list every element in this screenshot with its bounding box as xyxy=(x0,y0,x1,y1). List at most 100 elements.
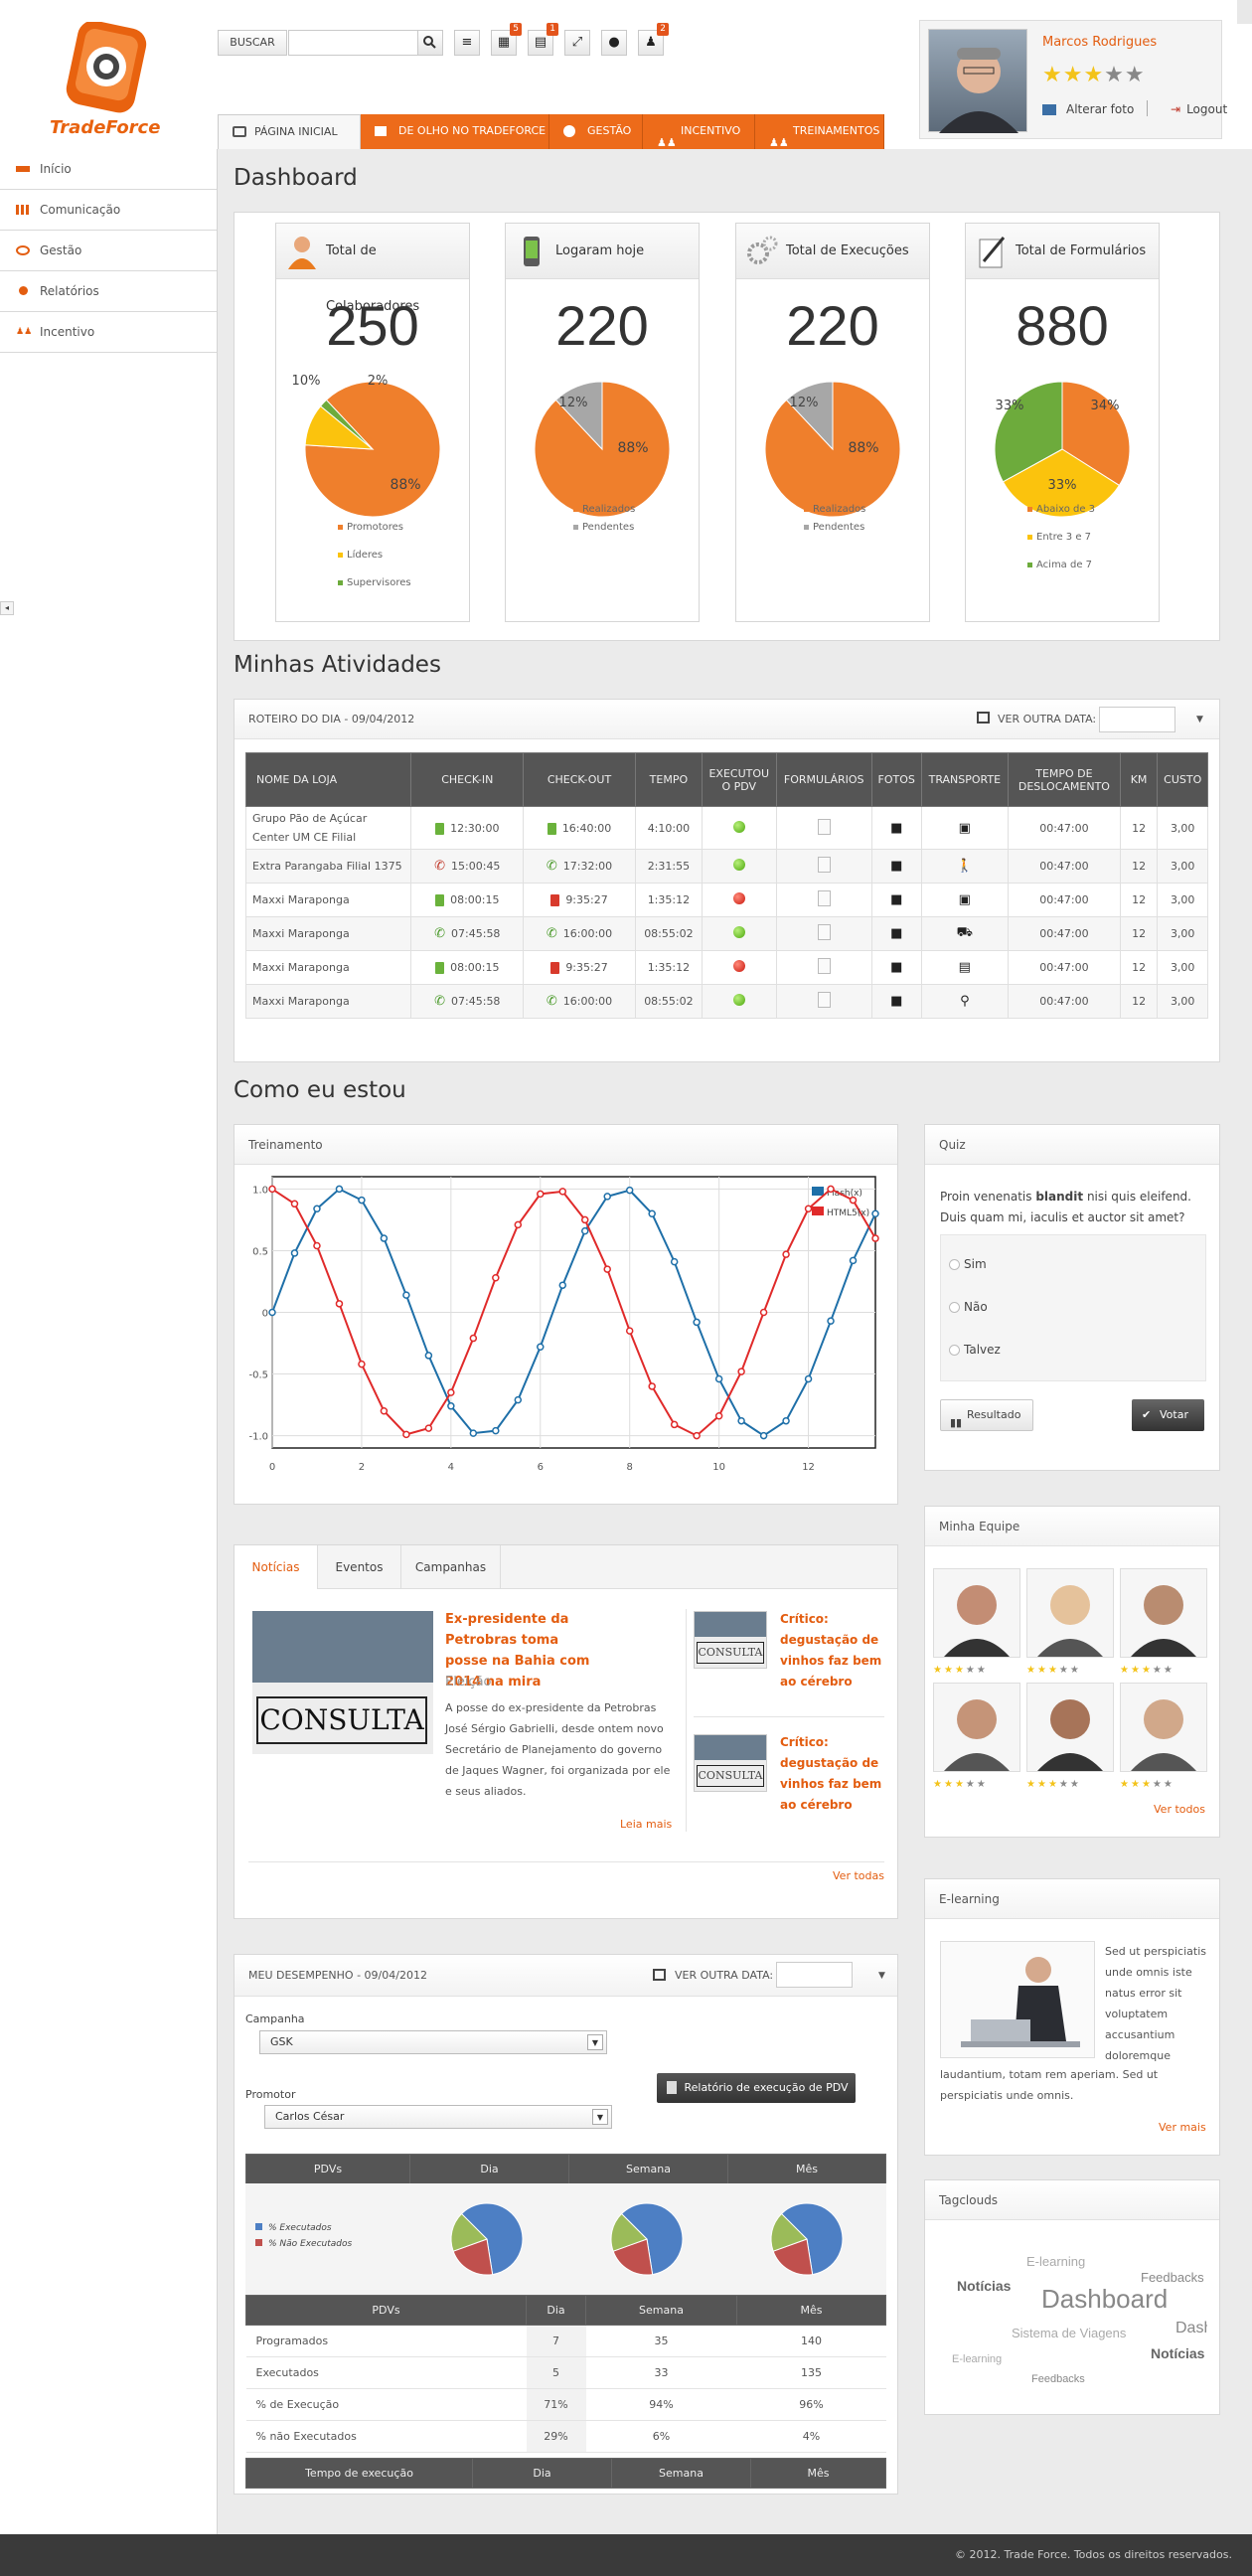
search-label[interactable]: BUSCAR xyxy=(218,30,287,56)
tag-link[interactable]: Feedbacks xyxy=(1031,2373,1085,2385)
column-header: CUSTO xyxy=(1157,752,1208,807)
tab-treinamentos[interactable]: ♟♟ TREINAMENTOS xyxy=(755,114,884,149)
list-view-button[interactable]: ≡ xyxy=(454,30,480,56)
sidebar-item-incentivo[interactable]: ♟♟ Incentivo xyxy=(0,312,217,353)
tab-incentivo[interactable]: ♟♟ INCENTIVO xyxy=(643,114,755,149)
tag-link[interactable]: E-learning xyxy=(952,2353,1002,2365)
cell-formularios[interactable] xyxy=(775,883,872,917)
campanha-select[interactable]: GSK ▼ xyxy=(259,2030,607,2054)
promotor-value: Carlos César xyxy=(275,2110,345,2123)
chevron-down-icon[interactable]: ▼ xyxy=(1196,700,1203,739)
date-input[interactable] xyxy=(1099,707,1175,732)
team-member[interactable] xyxy=(1120,1568,1207,1658)
tag-link[interactable]: E-learning xyxy=(1026,2254,1085,2269)
news-main-image[interactable]: CONSULTA xyxy=(252,1611,433,1754)
tab-noticias[interactable]: Notícias xyxy=(235,1545,318,1589)
change-photo-link[interactable]: Alterar foto xyxy=(1042,102,1134,116)
news-side-image[interactable]: CONSULTA xyxy=(694,1611,767,1669)
avatar[interactable] xyxy=(928,29,1027,133)
tab-gestao[interactable]: GESTÃO xyxy=(549,114,643,149)
legend-label: Realizados xyxy=(813,504,866,515)
search-button[interactable] xyxy=(417,30,443,56)
quiz-option-talvez[interactable]: Talvez xyxy=(949,1343,1001,1357)
tag-link[interactable]: Dashboard xyxy=(1041,2284,1168,2315)
tag-link[interactable]: Notícias xyxy=(1151,2345,1204,2361)
users-button[interactable]: ♟ 2 xyxy=(638,23,669,56)
team-member[interactable] xyxy=(1026,1568,1114,1658)
scrollbar-corner[interactable] xyxy=(1237,0,1252,24)
tab-de-olho[interactable]: DE OLHO NO TRADEFORCE xyxy=(361,114,549,149)
elearning-header: E-learning xyxy=(925,1879,1219,1919)
data-point xyxy=(268,1185,276,1194)
team-member[interactable] xyxy=(1026,1683,1114,1772)
cell-fotos[interactable]: ■ xyxy=(870,984,922,1019)
table-row[interactable]: Extra Parangaba Filial 1375 ✆ 15:00:45 ✆ 17:… xyxy=(244,849,1208,884)
data-point xyxy=(648,1209,656,1217)
cell-formularios[interactable] xyxy=(775,849,872,884)
cell-fotos[interactable]: ■ xyxy=(870,916,922,951)
elearning-more-link[interactable]: Ver mais xyxy=(1159,2121,1206,2134)
calendar-button[interactable]: ▦ 5 xyxy=(491,23,522,56)
cell-checkout: ✆ 16:00:00 xyxy=(523,984,636,1019)
news-side-title[interactable]: Crítico: degustação de vinhos faz bem ao… xyxy=(780,1609,884,1692)
table-row[interactable]: Maxxi Maraponga 08:00:15 9:35:27 1:35:12 ■ ▤ 0… xyxy=(244,950,1208,985)
promotor-select[interactable]: Carlos César ▼ xyxy=(264,2105,612,2129)
result-button[interactable]: ▮▮ Resultado xyxy=(940,1399,1033,1431)
tab-pagina-inicial[interactable]: PÁGINA INICIAL xyxy=(218,114,361,149)
report-button[interactable]: Relatório de execução de PDV xyxy=(657,2073,856,2103)
expand-button[interactable]: ⤢ xyxy=(564,30,590,56)
sidebar-item-comunicacao[interactable]: Comunicação xyxy=(0,190,217,231)
cell-formularios[interactable] xyxy=(775,916,872,951)
team-member[interactable] xyxy=(933,1568,1020,1658)
chat-icon: ▤ xyxy=(534,35,548,50)
cell-loja: Extra Parangaba Filial 1375 xyxy=(244,849,412,884)
table-row: Executados 5 33 135 xyxy=(245,2356,886,2389)
quiz-option-sim[interactable]: Sim xyxy=(949,1257,987,1271)
tab-eventos[interactable]: Eventos xyxy=(318,1545,401,1589)
user-name[interactable]: Marcos Rodrigues xyxy=(1042,35,1157,50)
cell-executou xyxy=(701,849,777,884)
cell-formularios[interactable] xyxy=(775,806,872,850)
table-row[interactable]: Maxxi Maraponga ✆ 07:45:58 ✆ 16:00:00 08:55:0… xyxy=(244,916,1208,951)
alert-button[interactable]: ● xyxy=(601,30,627,56)
cell-fotos[interactable]: ■ xyxy=(870,806,922,850)
cell-formularios[interactable] xyxy=(775,950,872,985)
chevron-down-icon[interactable]: ▼ xyxy=(878,1955,885,1997)
table-row[interactable]: Maxxi Maraponga ✆ 07:45:58 ✆ 16:00:00 08:55:0… xyxy=(244,984,1208,1019)
sidebar-item-relatorios[interactable]: Relatórios xyxy=(0,271,217,312)
app-logo[interactable]: TradeForce xyxy=(40,20,179,141)
cell-formularios[interactable] xyxy=(775,984,872,1019)
vote-button[interactable]: ✔ Votar xyxy=(1132,1399,1204,1431)
news-side-title[interactable]: Crítico: degustação de vinhos faz bem ao… xyxy=(780,1732,884,1816)
tab-campanhas[interactable]: Campanhas xyxy=(401,1545,501,1589)
data-point xyxy=(693,1431,701,1440)
chat-button[interactable]: ▤ 1 xyxy=(528,23,558,56)
logout-link[interactable]: ⇥ Logout xyxy=(1171,102,1227,116)
cell-fotos[interactable]: ■ xyxy=(870,950,922,985)
team-member[interactable] xyxy=(933,1683,1020,1772)
data-point xyxy=(469,1429,478,1437)
read-more-link[interactable]: Leia mais xyxy=(620,1818,672,1831)
see-all-team-link[interactable]: Ver todos xyxy=(1154,1803,1205,1816)
cell-deslocamento: 00:47:00 xyxy=(1008,883,1121,917)
collapse-sidebar-button[interactable]: ◂ xyxy=(0,601,14,615)
news-side-image[interactable]: CONSULTA xyxy=(694,1734,767,1792)
elearning-image[interactable] xyxy=(940,1941,1095,2058)
sidebar-item-gestao[interactable]: Gestão xyxy=(0,231,217,271)
see-all-news-link[interactable]: Ver todas xyxy=(833,1869,884,1882)
search-input[interactable] xyxy=(288,30,417,56)
table-row[interactable]: Grupo Pão de Açúcar Center UM CE Filial 1… xyxy=(244,806,1208,850)
table-cell: 29% xyxy=(526,2420,586,2453)
date-input[interactable] xyxy=(776,1962,853,1988)
sidebar-item-inicio[interactable]: Início xyxy=(0,149,217,190)
tag-link[interactable]: Dashboard xyxy=(1175,2320,1207,2337)
tag-link[interactable]: Sistema de Viagens xyxy=(1012,2326,1126,2340)
tag-link[interactable]: Feedbacks xyxy=(1141,2270,1204,2285)
tag-link[interactable]: Notícias xyxy=(957,2278,1011,2294)
quiz-option-nao[interactable]: Não xyxy=(949,1300,988,1314)
cell-fotos[interactable]: ■ xyxy=(870,883,922,917)
star-empty-icon: ★ xyxy=(1069,1665,1079,1676)
team-member[interactable] xyxy=(1120,1683,1207,1772)
cell-fotos[interactable]: ■ xyxy=(870,849,922,884)
table-row[interactable]: Maxxi Maraponga 08:00:15 9:35:27 1:35:12 ■ ▣ 0… xyxy=(244,883,1208,917)
